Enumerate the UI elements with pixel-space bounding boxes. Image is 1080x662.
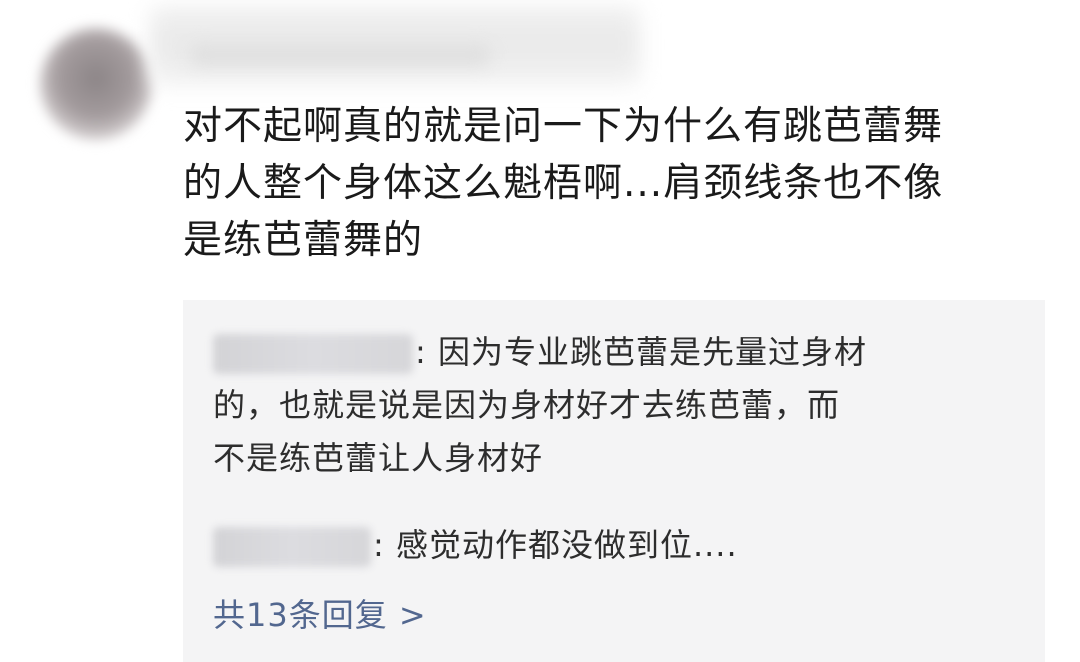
reply-author-blurred[interactable] — [213, 527, 371, 567]
comment-line: 的人整个身体这么魁梧啊...肩颈线条也不像 — [183, 161, 944, 206]
reply-item[interactable]: : 感觉动作都没做到位.... — [213, 519, 738, 572]
reply-separator: : — [415, 333, 427, 371]
reply-item[interactable]: : 因为专业跳芭蕾是先量过身材 的，也就是说是因为身材好才去练芭蕾，而 不是练芭… — [213, 326, 867, 485]
comment-line: 是练芭蕾舞的 — [183, 218, 424, 263]
reply-text: 的，也就是说是因为身材好才去练芭蕾，而 — [213, 386, 841, 424]
reply-author-blurred[interactable] — [213, 334, 413, 374]
avatar[interactable] — [40, 28, 152, 140]
comment-line: 对不起啊真的就是问一下为什么有跳芭蕾舞 — [183, 104, 944, 149]
reply-text: 感觉动作都没做到位.... — [395, 526, 738, 564]
replies-box[interactable]: : 因为专业跳芭蕾是先量过身材 的，也就是说是因为身材好才去练芭蕾，而 不是练芭… — [183, 300, 1045, 662]
reply-separator: : — [373, 526, 385, 564]
reply-first-line: : 感觉动作都没做到位.... — [213, 519, 738, 572]
username-blurred-line — [190, 44, 490, 66]
reply-text: 不是练芭蕾让人身材好 — [213, 439, 544, 477]
comment-text: 对不起啊真的就是问一下为什么有跳芭蕾舞 的人整个身体这么魁梧啊...肩颈线条也不… — [183, 98, 1053, 269]
more-replies-link[interactable]: 共13条回复 > — [213, 590, 427, 640]
reply-text: 因为专业跳芭蕾是先量过身材 — [437, 333, 867, 371]
reply-first-line: : 因为专业跳芭蕾是先量过身材 — [213, 326, 867, 379]
